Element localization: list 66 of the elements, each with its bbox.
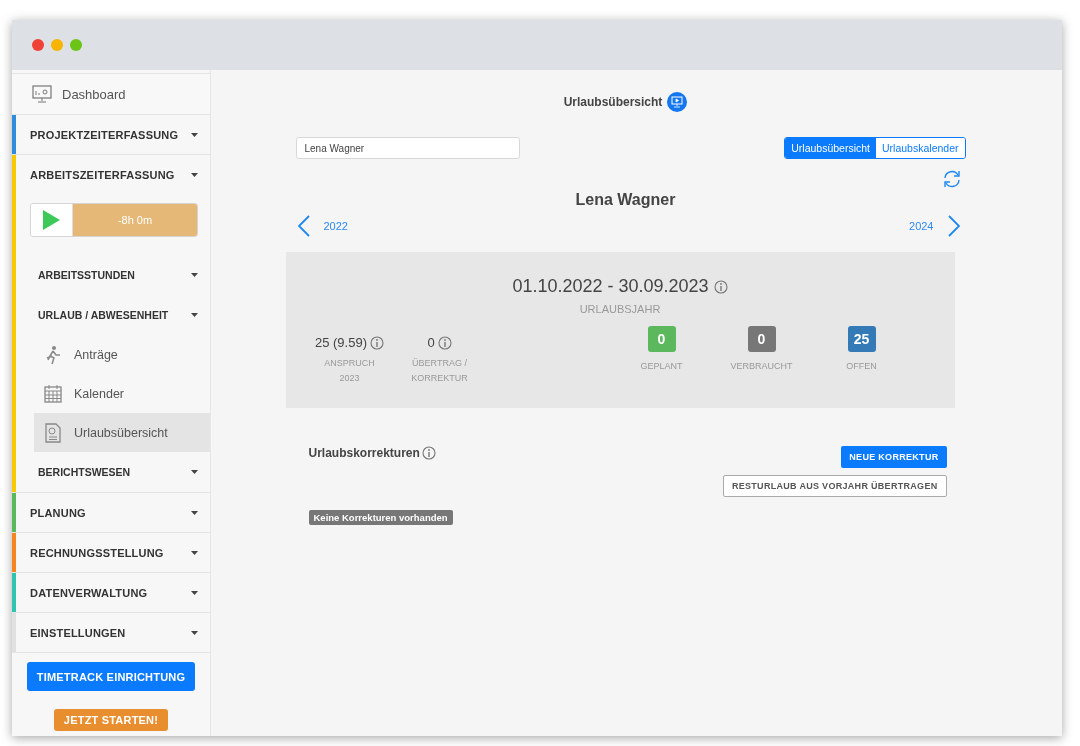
stat-label: ANSPRUCH <box>324 357 375 370</box>
info-icon <box>370 335 384 350</box>
info-icon <box>713 279 728 294</box>
sidebar-subsection[interactable]: ARBEITSSTUNDEN <box>16 255 210 295</box>
caret-icon <box>191 172 198 177</box>
runner-icon <box>44 344 62 365</box>
sidebar-subsection[interactable]: URLAUB / ABWESENHEIT <box>16 295 210 335</box>
caret-icon <box>191 550 198 555</box>
empty-state-label: Keine Korrekturen vorhanden <box>308 510 453 525</box>
count-badge: 0 <box>647 326 676 352</box>
chevron-left-icon[interactable] <box>297 215 310 237</box>
caret-icon <box>191 313 198 317</box>
caret-icon <box>191 630 198 635</box>
section-title: Urlaubskorrekturen <box>308 446 420 460</box>
page-title: Urlaubsübersicht <box>563 95 663 109</box>
calendar-icon <box>44 384 62 403</box>
stat-sublabel: 2023 <box>339 372 360 385</box>
view-tab[interactable]: Urlaubskalender <box>876 138 965 158</box>
stat-value: 0 <box>427 335 435 350</box>
sidebar-item[interactable]: Urlaubsübersicht <box>34 413 210 452</box>
refresh-icon[interactable] <box>941 170 962 188</box>
sidebar-section[interactable]: EINSTELLUNGEN <box>16 613 210 652</box>
sidebar-item-label: Kalender <box>74 386 125 401</box>
count-badge: 0 <box>747 326 776 352</box>
play-icon <box>43 210 60 230</box>
view-tab[interactable]: Urlaubsübersicht <box>785 138 877 158</box>
caret-icon <box>191 273 198 277</box>
sidebar-section[interactable]: RECHNUNGSSTELLUNG <box>16 533 210 572</box>
sidebar-item-label: Anträge <box>74 347 118 362</box>
sidebar-subsection[interactable]: BERICHTSWESEN <box>16 452 210 492</box>
caret-icon <box>191 510 198 515</box>
sidebar-section[interactable]: PROJEKTZEITERFASSUNG <box>16 115 210 154</box>
sidebar-button[interactable]: TIMETRACK EINRICHTUNG <box>27 662 195 691</box>
timer-display: -8h 0m <box>73 204 197 236</box>
play-button[interactable] <box>31 204 73 236</box>
sidebar-item-label: Urlaubsübersicht <box>74 425 168 440</box>
chevron-right-icon[interactable] <box>947 215 960 237</box>
employee-name: Lena Wagner <box>575 191 676 209</box>
dashboard-link[interactable]: Dashboard <box>12 73 210 115</box>
employee-field[interactable]: Lena Wagner <box>295 137 520 159</box>
document-icon <box>44 422 62 443</box>
caret-icon <box>191 590 198 595</box>
maximize-dot[interactable] <box>70 39 82 51</box>
caret-icon <box>191 470 198 474</box>
info-icon <box>421 446 436 460</box>
sidebar-section[interactable]: ARBEITSZEITERFASSUNG <box>16 155 210 194</box>
period-label: URLAUBSJAHR <box>579 303 661 315</box>
monitor-icon <box>32 85 52 103</box>
badge-label: GEPLANT <box>640 361 683 371</box>
sidebar-section[interactable]: DATENVERWALTUNG <box>16 573 210 612</box>
action-button[interactable]: NEUE KORREKTUR <box>841 446 947 468</box>
sidebar-item[interactable]: Kalender <box>34 374 210 413</box>
caret-icon <box>191 132 198 137</box>
minimize-dot[interactable] <box>51 39 63 51</box>
stat-value: 25 (9.59) <box>314 335 367 350</box>
stat-label: ÜBERTRAG / KORREKTUR <box>410 357 469 385</box>
sidebar-section[interactable]: PLANUNG <box>16 493 210 532</box>
badge-label: OFFEN <box>846 361 877 371</box>
vacation-period: 01.10.2022 - 30.09.2023 <box>512 276 709 297</box>
badge-label: VERBRAUCHT <box>730 361 793 371</box>
action-button[interactable]: RESTURLAUB AUS VORJAHR ÜBERTRAGEN <box>722 475 947 497</box>
info-icon <box>437 335 452 350</box>
count-badge: 25 <box>847 326 876 352</box>
video-icon[interactable] <box>667 92 688 112</box>
close-dot[interactable] <box>32 39 44 51</box>
sidebar-item[interactable]: Anträge <box>34 335 210 374</box>
